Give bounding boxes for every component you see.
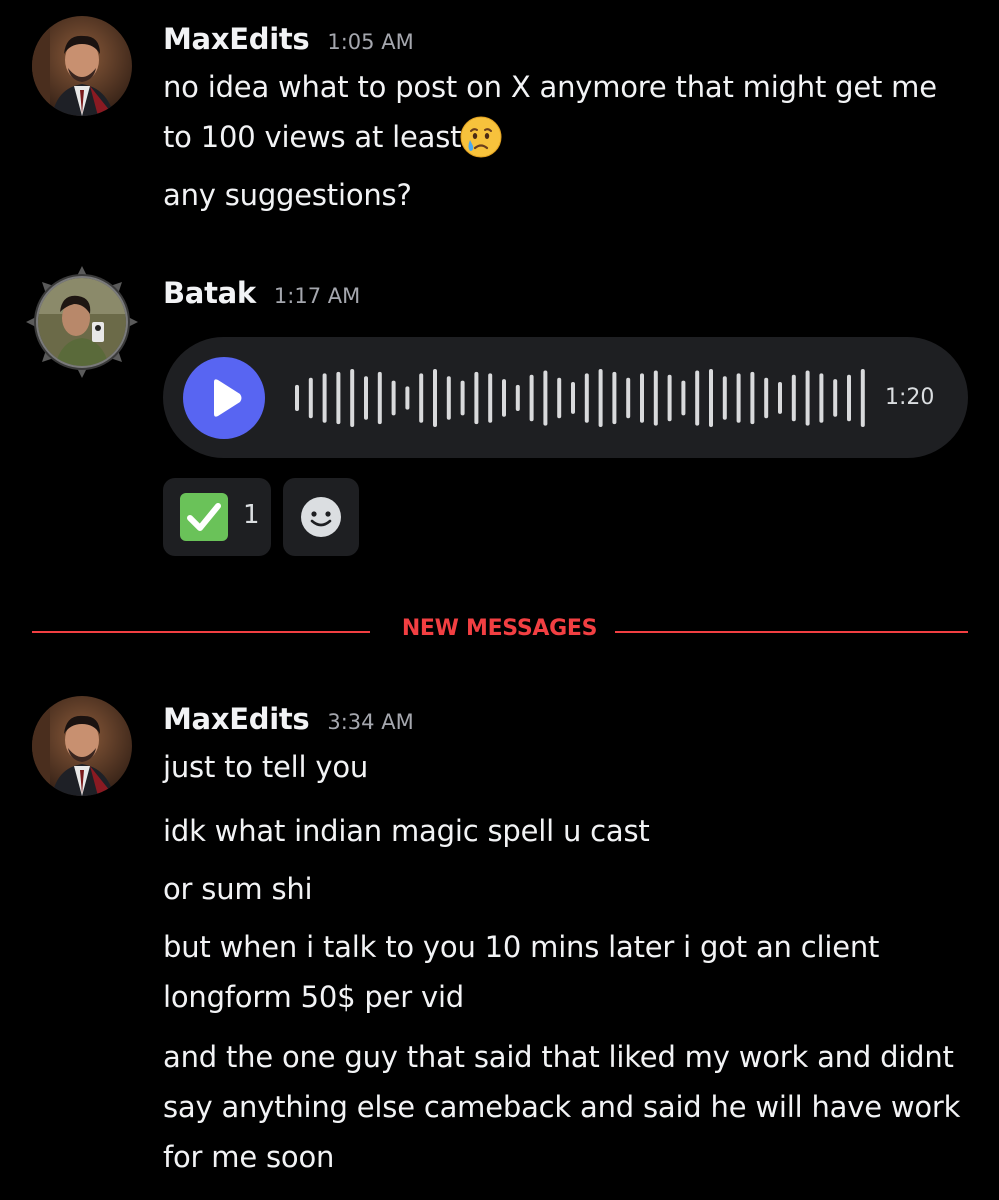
avatar[interactable] <box>24 264 140 380</box>
white-check-mark-emoji <box>180 493 228 541</box>
timestamp[interactable]: 1:05 AM <box>327 30 413 54</box>
waveform-bar <box>295 384 299 411</box>
message-text: just to tell you <box>163 750 369 784</box>
message-header: MaxEdits 1:05 AM <box>163 22 414 56</box>
waveform-bar <box>791 374 796 422</box>
message-text: but when i talk to you 10 mins later i g… <box>163 930 880 964</box>
waveform-bar <box>460 380 465 416</box>
voice-duration: 1:20 <box>885 385 935 410</box>
waveform-bar <box>502 379 506 417</box>
voice-message[interactable]: 1:20 <box>163 337 968 458</box>
avatar[interactable] <box>32 16 132 116</box>
message-text: say anything else cameback and said he w… <box>163 1090 961 1124</box>
waveform-bar <box>308 377 313 419</box>
waveform-bar <box>336 371 341 425</box>
username[interactable]: MaxEdits <box>163 702 310 736</box>
waveform-bar <box>653 370 658 426</box>
message-text: no idea what to post on X anymore that m… <box>163 70 937 104</box>
waveform-bar <box>405 386 410 410</box>
waveform-bar <box>391 380 396 416</box>
waveform-bar <box>805 370 810 426</box>
waveform-bar <box>474 371 479 425</box>
timestamp[interactable]: 3:34 AM <box>327 710 413 734</box>
message-text: for me soon <box>163 1140 335 1174</box>
waveform-bar <box>860 369 865 427</box>
waveform-bar <box>847 374 851 422</box>
timestamp[interactable]: 1:17 AM <box>274 284 360 308</box>
waveform-bar <box>584 373 589 423</box>
message-text-content: to 100 views at least <box>163 120 462 154</box>
reaction-count: 1 <box>243 500 260 530</box>
waveform[interactable] <box>295 357 875 439</box>
message-text: or sum shi <box>163 872 313 906</box>
waveform-bar <box>529 374 534 422</box>
play-button[interactable] <box>183 357 265 439</box>
add-reaction-icon <box>301 497 341 537</box>
waveform-bar <box>350 369 355 427</box>
waveform-bar <box>833 379 838 417</box>
waveform-bar <box>377 371 382 425</box>
waveform-bar <box>488 373 493 423</box>
message-text: to 100 views at least <box>163 112 503 162</box>
waveform-bar <box>764 377 769 419</box>
waveform-bar <box>433 369 437 427</box>
waveform-bar <box>322 373 327 423</box>
waveform-bar <box>722 376 727 420</box>
reaction-check[interactable]: 1 <box>163 478 271 556</box>
avatar[interactable] <box>32 696 132 796</box>
waveform-bar <box>557 377 562 419</box>
username[interactable]: Batak <box>163 276 256 310</box>
waveform-bar <box>515 384 520 411</box>
waveform-bar <box>681 380 686 416</box>
waveform-bar <box>750 371 755 425</box>
waveform-bar <box>543 370 548 426</box>
waveform-bar <box>640 373 644 423</box>
waveform-bar <box>598 369 603 427</box>
waveform-bar <box>612 371 617 425</box>
crying-face-emoji <box>459 115 503 159</box>
add-reaction-button[interactable] <box>283 478 359 556</box>
waveform-bar <box>819 373 824 423</box>
message-header: Batak 1:17 AM <box>163 276 360 310</box>
waveform-bar <box>778 382 782 414</box>
play-icon <box>214 379 242 417</box>
message-text: any suggestions? <box>163 178 412 212</box>
waveform-bar <box>626 377 631 419</box>
new-messages-label: NEW MESSAGES <box>401 616 598 641</box>
message-text: idk what indian magic spell u cast <box>163 814 650 848</box>
waveform-bar <box>695 370 700 426</box>
waveform-bar <box>709 369 713 427</box>
waveform-bar <box>446 376 451 420</box>
waveform-bar <box>736 373 741 423</box>
waveform-bar <box>667 374 672 422</box>
username[interactable]: MaxEdits <box>163 22 310 56</box>
waveform-bar <box>419 373 424 423</box>
message-text: and the one guy that said that liked my … <box>163 1040 954 1074</box>
waveform-bar <box>364 376 368 420</box>
message-text: longform 50$ per vid <box>163 980 465 1014</box>
message-header: MaxEdits 3:34 AM <box>163 702 414 736</box>
waveform-bar <box>571 382 575 414</box>
